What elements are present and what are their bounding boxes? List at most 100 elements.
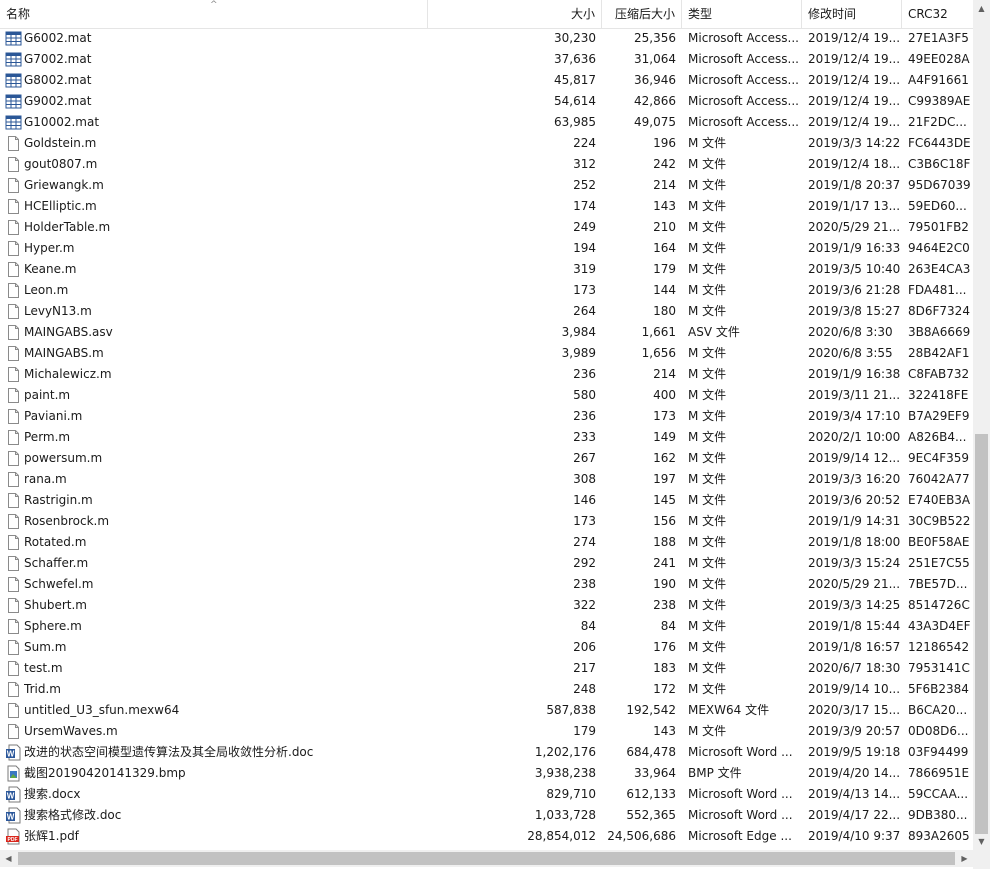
file-row[interactable]: G8002.mat 45,817 36,946 Microsoft Access...…	[0, 70, 973, 91]
file-compressed-size: 31,064	[634, 52, 676, 66]
file-type: M 文件	[688, 346, 727, 360]
column-header-modified[interactable]: 修改时间	[802, 0, 902, 28]
file-compressed-size: 180	[653, 304, 676, 318]
file-icon	[5, 429, 22, 446]
bitmap-image-icon	[5, 765, 22, 782]
file-compressed-size: 238	[653, 598, 676, 612]
file-row[interactable]: W 搜索.docx 829,710 612,133 Microsoft Word ...…	[0, 784, 973, 805]
file-crc32: 9464E2C0	[908, 241, 970, 255]
file-row[interactable]: Michalewicz.m 236 214 M 文件 2019/1/9 16:38 C8F…	[0, 364, 973, 385]
file-row[interactable]: UrsemWaves.m 179 143 M 文件 2019/3/9 20:57 0D08…	[0, 721, 973, 742]
file-row[interactable]: untitled_U3_sfun.mexw64 587,838 192,542 MEX…	[0, 700, 973, 721]
file-compressed-size: 1,661	[641, 325, 676, 339]
file-row[interactable]: Schwefel.m 238 190 M 文件 2020/5/29 21... 7BE57…	[0, 574, 973, 595]
column-header-type[interactable]: 类型	[682, 0, 802, 28]
file-row[interactable]: powersum.m 267 162 M 文件 2019/9/14 12... 9EC4F…	[0, 448, 973, 469]
file-row[interactable]: G6002.mat 30,230 25,356 Microsoft Access...…	[0, 28, 973, 49]
file-row[interactable]: Trid.m 248 172 M 文件 2019/9/14 10... 5F6B2384	[0, 679, 973, 700]
file-type: M 文件	[688, 304, 727, 318]
file-modified-time: 2019/3/3 15:24	[808, 556, 900, 570]
scroll-down-arrow-icon[interactable]: ▼	[973, 833, 990, 850]
file-row[interactable]: gout0807.m 312 242 M 文件 2019/12/4 18... C3B6C…	[0, 154, 973, 175]
file-compressed-size: 24,506,686	[607, 829, 676, 843]
file-row[interactable]: Paviani.m 236 173 M 文件 2019/3/4 17:10 B7A29EF…	[0, 406, 973, 427]
file-row[interactable]: Shubert.m 322 238 M 文件 2019/3/3 14:25 8514726…	[0, 595, 973, 616]
file-icon	[5, 618, 22, 635]
file-row[interactable]: Sphere.m 84 84 M 文件 2019/1/8 15:44 43A3D4EF	[0, 616, 973, 637]
vertical-scroll-thumb[interactable]	[975, 434, 988, 834]
file-type: M 文件	[688, 178, 727, 192]
horizontal-scroll-thumb[interactable]	[18, 852, 955, 865]
file-crc32: 27E1A3F5	[908, 31, 969, 45]
file-modified-time: 2019/3/11 21...	[808, 388, 900, 402]
file-name: test.m	[24, 661, 63, 675]
scroll-left-arrow-icon[interactable]: ◀	[0, 850, 17, 867]
horizontal-scrollbar[interactable]: ◀ ▶	[0, 850, 973, 867]
file-row[interactable]: Rotated.m 274 188 M 文件 2019/1/8 18:00 BE0F58A…	[0, 532, 973, 553]
file-icon	[5, 492, 22, 509]
file-name: Michalewicz.m	[24, 367, 112, 381]
file-row[interactable]: Griewangk.m 252 214 M 文件 2019/1/8 20:37 95D67…	[0, 175, 973, 196]
column-header-size[interactable]: 大小	[428, 0, 602, 28]
file-name: untitled_U3_sfun.mexw64	[24, 703, 180, 717]
file-icon	[5, 513, 22, 530]
file-size: 236	[573, 367, 596, 381]
file-name: rana.m	[24, 472, 67, 486]
file-modified-time: 2019/4/13 14...	[808, 787, 900, 801]
file-name: Hyper.m	[24, 241, 75, 255]
file-size: 236	[573, 409, 596, 423]
file-name: 搜索格式修改.doc	[24, 808, 122, 822]
file-crc32: C3B6C18F	[908, 157, 970, 171]
file-row[interactable]: Hyper.m 194 164 M 文件 2019/1/9 16:33 9464E2C0	[0, 238, 973, 259]
file-row[interactable]: LevyN13.m 264 180 M 文件 2019/3/8 15:27 8D6F732…	[0, 301, 973, 322]
file-row[interactable]: G9002.mat 54,614 42,866 Microsoft Access...…	[0, 91, 973, 112]
file-row[interactable]: G7002.mat 37,636 31,064 Microsoft Access...…	[0, 49, 973, 70]
file-row[interactable]: Schaffer.m 292 241 M 文件 2019/3/3 15:24 251E7C…	[0, 553, 973, 574]
file-row[interactable]: Keane.m 319 179 M 文件 2019/3/5 10:40 263E4CA3	[0, 259, 973, 280]
access-table-icon	[5, 114, 22, 131]
file-size: 274	[573, 535, 596, 549]
file-row[interactable]: Goldstein.m 224 196 M 文件 2019/3/3 14:22 FC644…	[0, 133, 973, 154]
file-row[interactable]: PDF 张辉1.pdf 28,854,012 24,506,686 Microsoft …	[0, 826, 973, 847]
file-row[interactable]: MAINGABS.m 3,989 1,656 M 文件 2020/6/8 3:55 28B…	[0, 343, 973, 364]
column-header-crc32[interactable]: CRC32	[902, 0, 973, 28]
file-row[interactable]: HolderTable.m 249 210 M 文件 2020/5/29 21... 79…	[0, 217, 973, 238]
vertical-scrollbar[interactable]: ▲ ▼	[973, 0, 990, 850]
file-row[interactable]: HCElliptic.m 174 143 M 文件 2019/1/17 13... 59E…	[0, 196, 973, 217]
file-name: Rotated.m	[24, 535, 87, 549]
scroll-up-arrow-icon[interactable]: ▲	[973, 0, 990, 17]
file-row[interactable]: Rastrigin.m 146 145 M 文件 2019/3/6 20:52 E740E…	[0, 490, 973, 511]
file-modified-time: 2019/12/4 19...	[808, 52, 900, 66]
file-type: M 文件	[688, 493, 727, 507]
file-row[interactable]: MAINGABS.asv 3,984 1,661 ASV 文件 2020/6/8 3:3…	[0, 322, 973, 343]
file-row[interactable]: paint.m 580 400 M 文件 2019/3/11 21... 322418FE	[0, 385, 973, 406]
file-row[interactable]: test.m 217 183 M 文件 2020/6/7 18:30 7953141C	[0, 658, 973, 679]
file-row[interactable]: W 搜索格式修改.doc 1,033,728 552,365 Microsoft Wor…	[0, 805, 973, 826]
file-size: 587,838	[546, 703, 596, 717]
file-type: M 文件	[688, 556, 727, 570]
file-size: 173	[573, 283, 596, 297]
file-icon	[5, 366, 22, 383]
column-header-compressed-size[interactable]: 压缩后大小	[602, 0, 682, 28]
file-row[interactable]: rana.m 308 197 M 文件 2019/3/3 16:20 76042A77	[0, 469, 973, 490]
file-compressed-size: 156	[653, 514, 676, 528]
file-compressed-size: 612,133	[626, 787, 676, 801]
file-size: 224	[573, 136, 596, 150]
file-name: Shubert.m	[24, 598, 87, 612]
file-type: Microsoft Word ...	[688, 808, 793, 822]
file-row[interactable]: Rosenbrock.m 173 156 M 文件 2019/1/9 14:31 30C9…	[0, 511, 973, 532]
file-compressed-size: 552,365	[626, 808, 676, 822]
file-icon	[5, 282, 22, 299]
file-row[interactable]: Sum.m 206 176 M 文件 2019/1/8 16:57 12186542	[0, 637, 973, 658]
file-row[interactable]: Leon.m 173 144 M 文件 2019/3/6 21:28 FDA481...	[0, 280, 973, 301]
file-row[interactable]: G10002.mat 63,985 49,075 Microsoft Access..…	[0, 112, 973, 133]
file-row[interactable]: 截图20190420141329.bmp 3,938,238 33,964 BMP 文…	[0, 763, 973, 784]
file-name: 截图20190420141329.bmp	[24, 766, 186, 780]
file-size: 63,985	[554, 115, 596, 129]
file-row[interactable]: W 改进的状态空间模型遗传算法及其全局收敛性分析.doc 1,202,176 684,…	[0, 742, 973, 763]
word-doc-icon: W	[5, 807, 22, 824]
file-row[interactable]: Perm.m 233 149 M 文件 2020/2/1 10:00 A826B4...	[0, 427, 973, 448]
file-compressed-size: 179	[653, 262, 676, 276]
scroll-right-arrow-icon[interactable]: ▶	[956, 850, 973, 867]
word-doc-icon: W	[5, 744, 22, 761]
